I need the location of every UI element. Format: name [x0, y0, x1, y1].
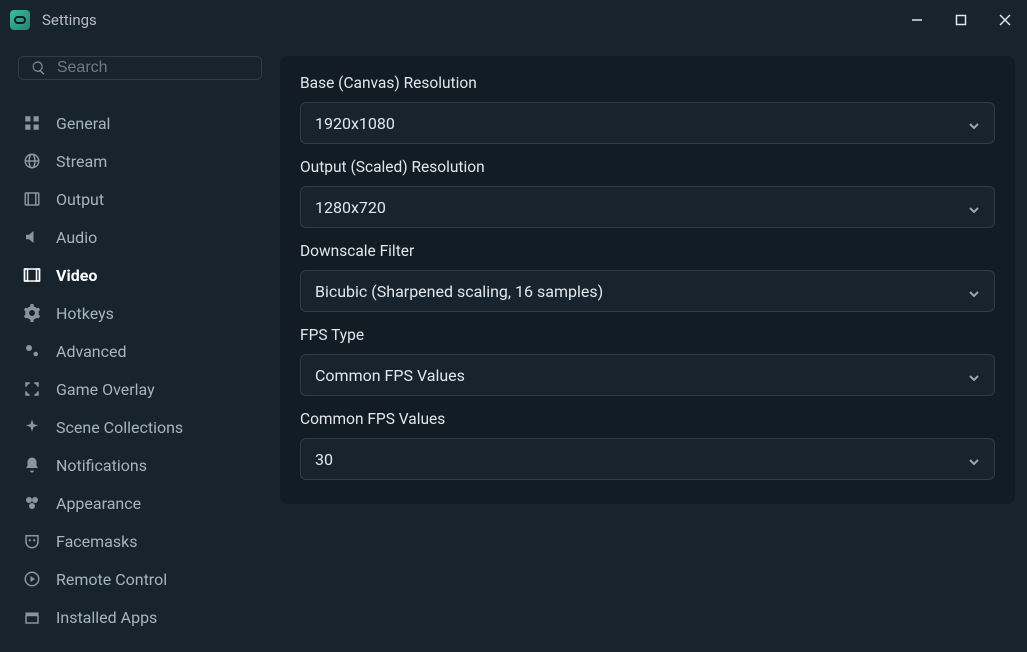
search-box[interactable] — [18, 56, 262, 80]
expand-icon — [22, 379, 42, 399]
fps-type-value: Common FPS Values — [315, 366, 465, 385]
sidebar-item-output[interactable]: Output — [18, 180, 262, 218]
gear-icon — [22, 303, 42, 323]
sidebar-item-facemasks[interactable]: Facemasks — [18, 522, 262, 560]
video-settings-panel: Base (Canvas) Resolution 1920x1080 Outpu… — [280, 56, 1015, 504]
chevron-down-icon — [968, 285, 980, 297]
search-input[interactable] — [57, 59, 249, 77]
sidebar-item-label: Hotkeys — [56, 304, 114, 323]
fps-type-select[interactable]: Common FPS Values — [300, 354, 995, 396]
sidebar-item-label: Remote Control — [56, 570, 167, 589]
content: General Stream Output Audio Video Hotkey… — [0, 40, 1027, 652]
video-icon — [22, 265, 42, 285]
sidebar-item-scene-collections[interactable]: Scene Collections — [18, 408, 262, 446]
base-resolution-select[interactable]: 1920x1080 — [300, 102, 995, 144]
sidebar-item-label: Appearance — [56, 494, 141, 513]
output-resolution-select[interactable]: 1280x720 — [300, 186, 995, 228]
output-resolution-value: 1280x720 — [315, 198, 386, 217]
field-output-resolution: Output (Scaled) Resolution 1280x720 — [300, 158, 995, 228]
sidebar-item-hotkeys[interactable]: Hotkeys — [18, 294, 262, 332]
sidebar-item-label: Facemasks — [56, 532, 138, 551]
base-resolution-value: 1920x1080 — [315, 114, 395, 133]
base-resolution-label: Base (Canvas) Resolution — [300, 74, 995, 92]
sidebar-item-game-overlay[interactable]: Game Overlay — [18, 370, 262, 408]
downscale-filter-label: Downscale Filter — [300, 242, 995, 260]
sparkle-icon — [22, 417, 42, 437]
sidebar-item-label: General — [56, 114, 110, 133]
theme-icon — [22, 493, 42, 513]
mask-icon — [22, 531, 42, 551]
sidebar-item-label: Stream — [56, 152, 107, 171]
gears-icon — [22, 341, 42, 361]
grid-icon — [22, 113, 42, 133]
maximize-button[interactable] — [939, 0, 983, 40]
close-icon — [999, 14, 1011, 26]
minimize-button[interactable] — [895, 0, 939, 40]
common-fps-select[interactable]: 30 — [300, 438, 995, 480]
play-circle-icon — [22, 569, 42, 589]
sidebar-item-general[interactable]: General — [18, 104, 262, 142]
globe-icon — [22, 151, 42, 171]
chevron-down-icon — [968, 117, 980, 129]
common-fps-value: 30 — [315, 450, 333, 469]
fps-type-label: FPS Type — [300, 326, 995, 344]
sidebar-item-remote-control[interactable]: Remote Control — [18, 560, 262, 598]
sidebar-item-notifications[interactable]: Notifications — [18, 446, 262, 484]
film-icon — [22, 189, 42, 209]
sidebar-item-appearance[interactable]: Appearance — [18, 484, 262, 522]
sidebar-item-audio[interactable]: Audio — [18, 218, 262, 256]
field-common-fps: Common FPS Values 30 — [300, 410, 995, 480]
sidebar-nav: General Stream Output Audio Video Hotkey… — [18, 104, 262, 636]
sidebar-item-label: Installed Apps — [56, 608, 157, 627]
volume-icon — [22, 227, 42, 247]
bell-icon — [22, 455, 42, 475]
window-controls — [895, 0, 1027, 40]
downscale-filter-select[interactable]: Bicubic (Sharpened scaling, 16 samples) — [300, 270, 995, 312]
sidebar-item-installed-apps[interactable]: Installed Apps — [18, 598, 262, 636]
field-fps-type: FPS Type Common FPS Values — [300, 326, 995, 396]
chevron-down-icon — [968, 453, 980, 465]
sidebar-item-label: Scene Collections — [56, 418, 183, 437]
sidebar: General Stream Output Audio Video Hotkey… — [0, 40, 280, 652]
chevron-down-icon — [968, 201, 980, 213]
search-icon — [31, 59, 47, 77]
common-fps-label: Common FPS Values — [300, 410, 995, 428]
field-base-resolution: Base (Canvas) Resolution 1920x1080 — [300, 74, 995, 144]
titlebar: Settings — [0, 0, 1027, 40]
close-button[interactable] — [983, 0, 1027, 40]
sidebar-item-label: Audio — [56, 228, 97, 247]
field-downscale-filter: Downscale Filter Bicubic (Sharpened scal… — [300, 242, 995, 312]
window-title: Settings — [42, 11, 97, 29]
maximize-icon — [955, 14, 967, 26]
sidebar-item-label: Notifications — [56, 456, 147, 475]
downscale-filter-value: Bicubic (Sharpened scaling, 16 samples) — [315, 282, 603, 301]
main-panel: Base (Canvas) Resolution 1920x1080 Outpu… — [280, 40, 1027, 652]
sidebar-item-label: Advanced — [56, 342, 127, 361]
sidebar-item-label: Game Overlay — [56, 380, 155, 399]
app-icon — [10, 10, 30, 30]
chevron-down-icon — [968, 369, 980, 381]
sidebar-item-label: Video — [56, 266, 97, 285]
store-icon — [22, 607, 42, 627]
sidebar-item-advanced[interactable]: Advanced — [18, 332, 262, 370]
sidebar-item-stream[interactable]: Stream — [18, 142, 262, 180]
minimize-icon — [911, 14, 923, 26]
sidebar-item-label: Output — [56, 190, 104, 209]
output-resolution-label: Output (Scaled) Resolution — [300, 158, 995, 176]
sidebar-item-video[interactable]: Video — [18, 256, 262, 294]
